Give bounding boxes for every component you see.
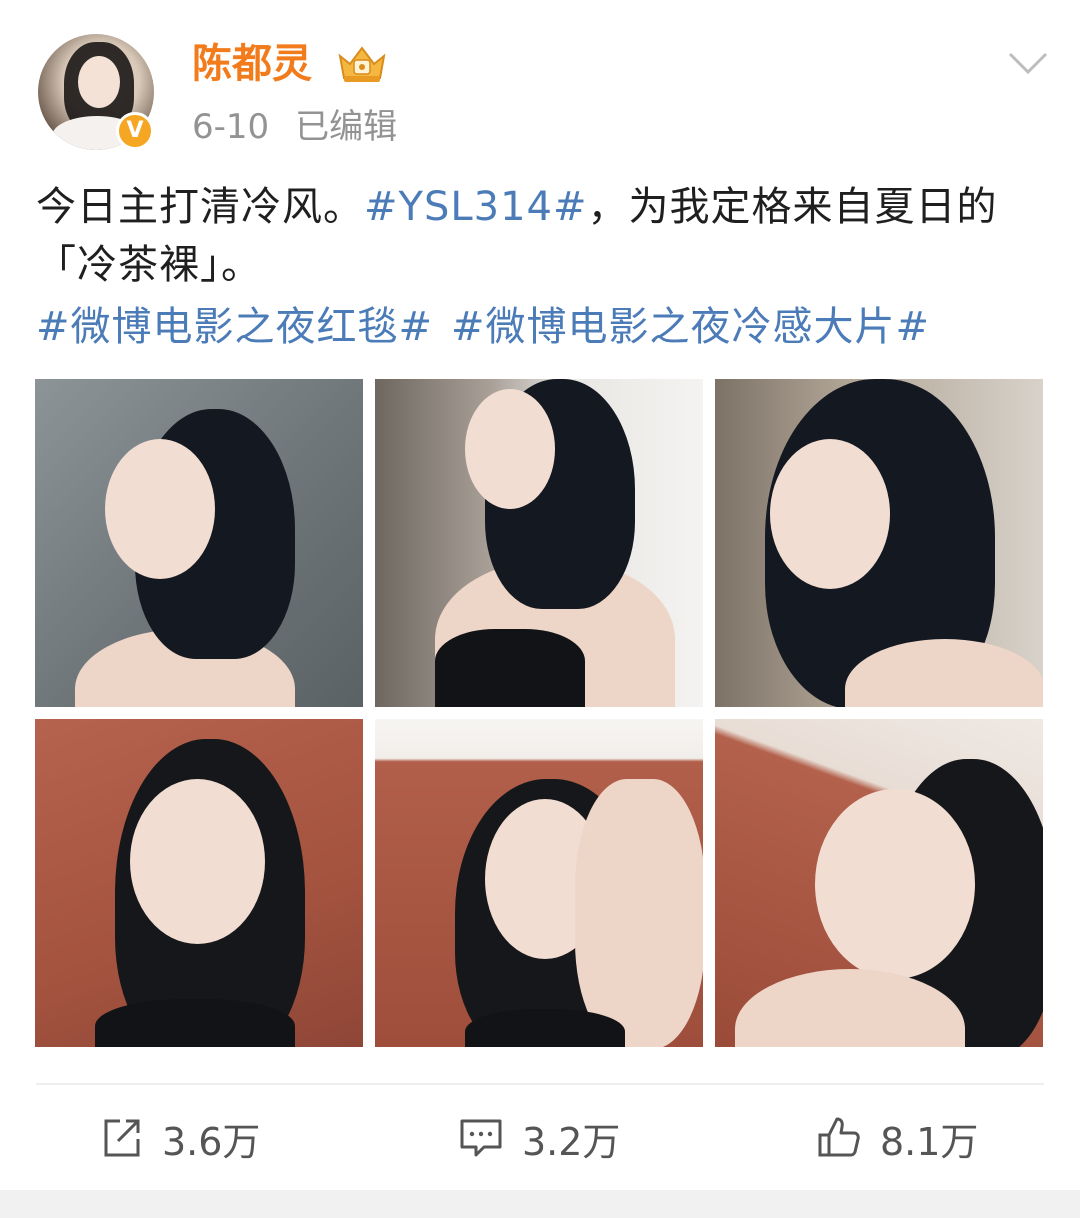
hashtag-cool-photos[interactable]: #微博电影之夜冷感大片# [451, 304, 930, 350]
feed-separator [0, 1190, 1080, 1218]
comment-count: 3.2万 [522, 1119, 621, 1164]
edited-label[interactable]: 已编辑 [295, 107, 397, 147]
like-count: 8.1万 [880, 1119, 979, 1164]
action-divider [36, 1083, 1044, 1085]
share-button[interactable]: 3.6万 [98, 1110, 260, 1166]
verified-badge-icon: V [116, 112, 154, 150]
hashtag-row: #微博电影之夜红毯# #微博电影之夜冷感大片# [36, 298, 1046, 356]
thumbs-up-icon [818, 1117, 860, 1157]
share-count: 3.6万 [162, 1119, 261, 1164]
comment-button[interactable]: 3.2万 [458, 1110, 620, 1166]
photo-3[interactable] [715, 379, 1043, 707]
post-date: 6-10 [192, 107, 270, 147]
hashtag-ysl314[interactable]: #YSL314# [364, 184, 588, 230]
comment-icon [460, 1119, 502, 1157]
post-text-start: 今日主打清冷风。 [36, 184, 364, 230]
username[interactable]: 陈都灵 [192, 36, 312, 92]
photo-4[interactable] [35, 719, 363, 1047]
post-meta: 6-10 已编辑 [192, 104, 397, 150]
photo-6[interactable] [715, 719, 1043, 1047]
photo-2[interactable] [375, 379, 703, 707]
photo-5[interactable] [375, 719, 703, 1047]
share-icon [104, 1119, 140, 1157]
chevron-down-icon[interactable] [1004, 46, 1052, 80]
post-text: 今日主打清冷风。#YSL314#，为我定格来自夏日的「冷茶裸」。 [36, 178, 1046, 294]
vip-crown-icon[interactable] [334, 42, 390, 86]
photo-1[interactable] [35, 379, 363, 707]
hashtag-red-carpet[interactable]: #微博电影之夜红毯# [36, 304, 433, 350]
weibo-post: V 陈都灵 6-10 已编辑 今日主打清冷风。#YSL314#，为我定格来自夏日的… [0, 0, 1080, 1190]
like-button[interactable]: 8.1万 [816, 1110, 978, 1166]
